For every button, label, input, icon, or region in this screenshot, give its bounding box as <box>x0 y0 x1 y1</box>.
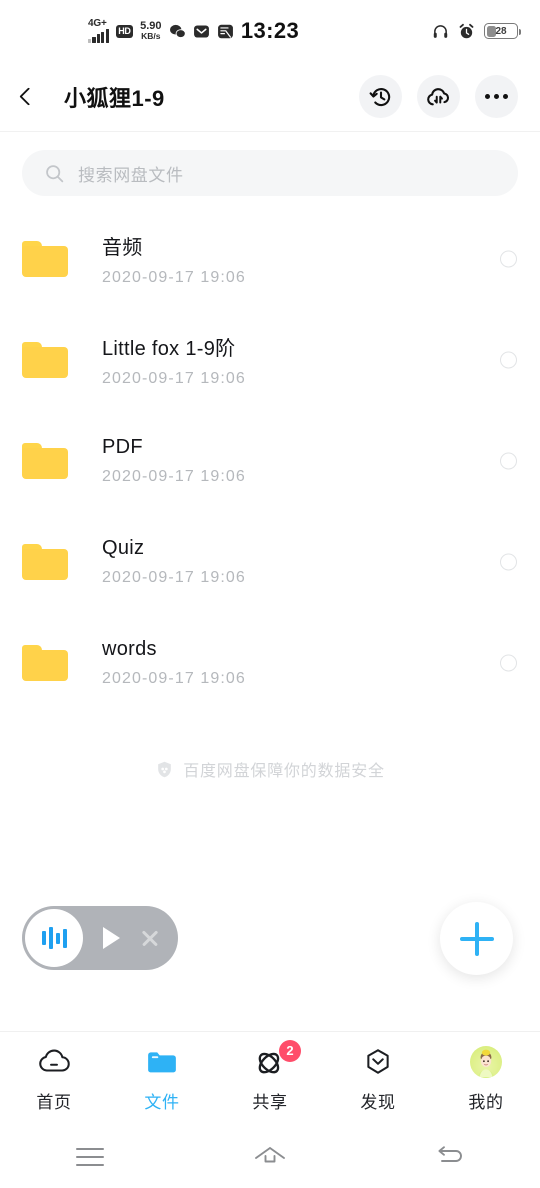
share-atom-icon: 2 <box>254 1039 301 1079</box>
file-info: words 2020-09-17 19:06 <box>102 638 246 688</box>
android-navigation-bar <box>0 1125 540 1188</box>
plus-icon <box>459 921 494 956</box>
file-date: 2020-09-17 19:06 <box>102 268 246 286</box>
nav-label: 共享 <box>252 1092 288 1112</box>
search-icon <box>46 164 64 182</box>
safety-note-text: 百度网盘保障你的数据安全 <box>183 763 385 780</box>
status-bar-right: 28 <box>432 0 521 62</box>
nav-label: 文件 <box>144 1092 180 1112</box>
nav-label: 发现 <box>360 1092 396 1112</box>
recents-button[interactable] <box>45 1137 135 1177</box>
select-checkbox[interactable] <box>500 452 517 469</box>
audio-player-widget[interactable] <box>22 906 178 970</box>
select-checkbox[interactable] <box>500 553 517 570</box>
status-bar-left: 4G+ HD 5.90 KB/s <box>88 0 234 62</box>
network-speed: 5.90 KB/s <box>140 20 161 42</box>
more-icon <box>485 94 508 99</box>
file-info: Quiz 2020-09-17 19:06 <box>102 537 246 587</box>
search-input[interactable]: 搜索网盘文件 <box>22 150 518 196</box>
battery-percent-label: 28 <box>495 25 507 37</box>
audio-waveform-icon[interactable] <box>25 909 83 967</box>
back-button-system[interactable] <box>405 1137 495 1177</box>
folder-icon <box>22 644 68 681</box>
search-placeholder: 搜索网盘文件 <box>78 165 184 185</box>
folder-icon <box>22 442 68 479</box>
mail-icon <box>193 24 209 38</box>
cloud-icon <box>37 1045 71 1079</box>
nav-item-files[interactable]: 文件 <box>108 1045 216 1113</box>
nav-item-home[interactable]: 首页 <box>0 1045 108 1113</box>
speed-unit: KB/s <box>141 31 161 42</box>
file-info: 音频 2020-09-17 19:06 <box>102 231 246 287</box>
nav-label: 首页 <box>36 1092 72 1112</box>
battery-icon: 28 <box>484 23 521 39</box>
list-item[interactable]: PDF 2020-09-17 19:06 <box>0 410 540 511</box>
list-item[interactable]: Quiz 2020-09-17 19:06 <box>0 511 540 612</box>
back-chevron-icon <box>19 87 38 106</box>
transfer-cloud-icon <box>427 88 450 106</box>
recents-icon <box>76 1147 104 1166</box>
status-bar: 4G+ HD 5.90 KB/s 13:23 28 <box>0 0 540 62</box>
page-header: 小狐狸1-9 <box>0 62 540 132</box>
file-date: 2020-09-17 19:06 <box>102 467 246 485</box>
avatar-icon <box>470 1045 502 1079</box>
folder-icon <box>22 543 68 580</box>
wechat-icon <box>169 24 186 38</box>
avatar <box>470 1045 502 1078</box>
history-icon <box>369 87 390 106</box>
select-checkbox[interactable] <box>500 654 517 671</box>
file-info: Little fox 1-9阶 2020-09-17 19:06 <box>102 332 246 388</box>
back-icon <box>438 1145 462 1162</box>
folder-icon <box>22 341 68 378</box>
network-type-label: 4G+ <box>88 18 107 29</box>
nav-item-share[interactable]: 2 共享 <box>216 1039 324 1113</box>
folder-icon <box>146 1045 178 1079</box>
file-name: Quiz <box>102 536 145 559</box>
bottom-navigation: 首页 文件 2 共享 发现 我的 <box>0 1031 540 1125</box>
transfer-button[interactable] <box>417 75 460 118</box>
file-date: 2020-09-17 19:06 <box>102 369 246 387</box>
home-icon <box>255 1146 285 1162</box>
close-icon[interactable] <box>140 928 160 948</box>
back-button[interactable] <box>19 77 56 117</box>
file-name: words <box>102 637 157 660</box>
file-name: 音频 <box>102 236 143 259</box>
folder-icon <box>22 240 68 277</box>
history-button[interactable] <box>359 75 402 118</box>
select-checkbox[interactable] <box>500 250 517 267</box>
status-bar-clock: 13:23 <box>240 18 300 43</box>
more-button[interactable] <box>475 75 518 118</box>
page-title: 小狐狸1-9 <box>64 85 165 111</box>
alipay-icon <box>217 24 233 38</box>
nav-item-discover[interactable]: 发现 <box>324 1045 432 1113</box>
discover-hexagon-icon <box>362 1045 394 1079</box>
file-name: Little fox 1-9阶 <box>102 337 236 360</box>
search-section: 搜索网盘文件 <box>0 132 540 202</box>
signal-icon: 4G+ <box>88 19 109 43</box>
list-item[interactable]: words 2020-09-17 19:06 <box>0 612 540 713</box>
nav-item-mine[interactable]: 我的 <box>432 1045 540 1113</box>
file-date: 2020-09-17 19:06 <box>102 669 246 687</box>
nav-label: 我的 <box>468 1092 504 1112</box>
file-list: 音频 2020-09-17 19:06 Little fox 1-9阶 2020… <box>0 202 540 713</box>
hd-icon: HD <box>115 24 134 38</box>
status-badge: 2 <box>279 1039 301 1062</box>
safety-note: 百度网盘保障你的数据安全 <box>0 757 540 781</box>
alarm-icon <box>459 23 474 38</box>
shield-icon <box>158 761 172 777</box>
headphone-icon <box>433 24 448 38</box>
file-date: 2020-09-17 19:06 <box>102 568 246 586</box>
file-info: PDF 2020-09-17 19:06 <box>102 436 246 486</box>
list-item[interactable]: 音频 2020-09-17 19:06 <box>0 208 540 309</box>
header-actions <box>359 75 518 118</box>
select-checkbox[interactable] <box>500 351 517 368</box>
app-root: 4G+ HD 5.90 KB/s 13:23 28 小狐狸1-9 搜索网盘文件 … <box>0 0 540 1188</box>
list-item[interactable]: Little fox 1-9阶 2020-09-17 19:06 <box>0 309 540 410</box>
add-button[interactable] <box>440 902 513 975</box>
play-icon[interactable] <box>103 927 120 949</box>
home-button[interactable] <box>225 1137 315 1177</box>
file-name: PDF <box>102 435 143 458</box>
